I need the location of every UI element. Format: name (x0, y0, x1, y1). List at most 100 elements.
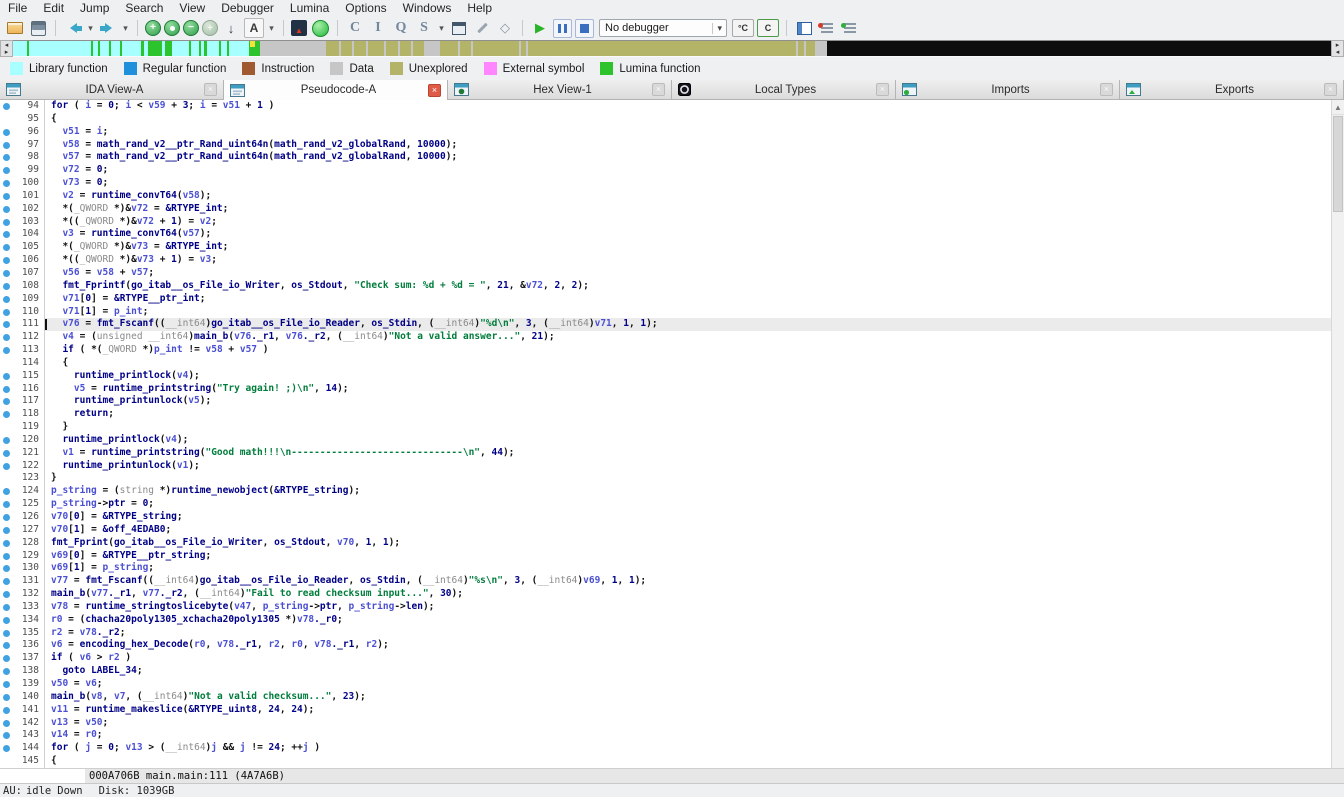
nav-forward-icon[interactable] (98, 18, 118, 38)
code-line-98[interactable]: 98 v57 = math_rand_v2__ptr_Rand_uint64n(… (0, 151, 1331, 165)
dbg-q-icon[interactable] (391, 18, 411, 38)
close-icon[interactable]: × (652, 83, 665, 96)
close-icon[interactable]: × (204, 83, 217, 96)
code-line-108[interactable]: 108 fmt_Fprintf(go_itab__os_File_io_Writ… (0, 279, 1331, 293)
code-line-121[interactable]: 121 v1 = runtime_printstring("Good math!… (0, 446, 1331, 460)
code-line-124[interactable]: 124 p_string = (string *)runtime_newobjec… (0, 485, 1331, 499)
band-scroll-right-button[interactable]: ▸ ◂ (1331, 40, 1344, 57)
code-line-119[interactable]: 119 } (0, 421, 1331, 434)
menu-options[interactable]: Options (337, 0, 394, 16)
code-line-129[interactable]: 129 v69[0] = &RTYPE__ptr_string; (0, 549, 1331, 563)
code-line-106[interactable]: 106 *((_QWORD *)&v73 + 1) = v3; (0, 254, 1331, 267)
code-line-140[interactable]: 140 main_b(v8, v7, (__int64)"Not a valid … (0, 690, 1331, 704)
menu-arrow-icon[interactable] (267, 18, 276, 38)
bp-list-icon[interactable] (817, 18, 837, 38)
menu-arrow-icon[interactable] (437, 18, 446, 38)
menu-arrow-icon[interactable] (86, 18, 95, 38)
pseudocode-view[interactable]: 94 for ( i = 0; i < v59 + 3; i = v51 + 1 … (0, 100, 1344, 768)
menu-view[interactable]: View (171, 0, 213, 16)
code-line-141[interactable]: 141 v11 = runtime_makeslice(&RTYPE_uint8,… (0, 703, 1331, 717)
code-line-136[interactable]: 136 v6 = encoding_hex_Decode(r0, v78._r1,… (0, 639, 1331, 653)
navigation-band-strip[interactable] (13, 40, 1331, 57)
panel-list-icon[interactable] (794, 18, 814, 38)
code-line-114[interactable]: 114 { (0, 356, 1331, 370)
dbg-i-icon[interactable] (368, 18, 388, 38)
code-line-138[interactable]: 138 goto LABEL_34; (0, 665, 1331, 678)
menu-edit[interactable]: Edit (35, 0, 72, 16)
code-line-96[interactable]: 96 v51 = i; (0, 125, 1331, 139)
menu-help[interactable]: Help (459, 0, 500, 16)
close-icon[interactable]: × (1324, 83, 1337, 96)
code-line-112[interactable]: 112 v4 = (unsigned __int64)main_b(v76._r… (0, 331, 1331, 345)
debugger-select[interactable]: No debugger ▾ (599, 19, 727, 37)
code-line-122[interactable]: 122 runtime_printunlock(v1); (0, 459, 1331, 473)
close-icon[interactable]: × (428, 83, 441, 97)
code-line-118[interactable]: 118 return; (0, 408, 1331, 422)
code-line-104[interactable]: 104 v3 = runtime_convT64(v57); (0, 228, 1331, 242)
code-line-126[interactable]: 126 v70[0] = &RTYPE_string; (0, 511, 1331, 524)
dbg-c-icon[interactable] (345, 18, 365, 38)
code-line-123[interactable]: 123} (0, 472, 1331, 486)
code-line-142[interactable]: 142 v13 = v50; (0, 716, 1331, 730)
tab-imports[interactable]: Imports × (896, 80, 1120, 100)
close-icon[interactable]: × (876, 83, 889, 96)
tab-local-types[interactable]: Local Types × (672, 80, 896, 100)
menu-arrow-icon[interactable] (121, 18, 130, 38)
dbg-edit-icon[interactable] (472, 18, 492, 38)
tab-pseudocode-a[interactable]: Pseudocode-A × (224, 80, 448, 100)
code-line-134[interactable]: 134 r0 = (chacha20poly1305_xchacha20poly1… (0, 613, 1331, 627)
code-line-100[interactable]: 100 v73 = 0; (0, 177, 1331, 190)
code-line-116[interactable]: 116 v5 = runtime_printstring("Try again!… (0, 382, 1331, 396)
jump-disabled-icon[interactable] (202, 20, 218, 36)
code-line-99[interactable]: 99 v72 = 0; (0, 164, 1331, 178)
pause-process-icon[interactable] (553, 18, 572, 38)
code-line-95[interactable]: 95 { (0, 112, 1331, 126)
save-icon[interactable] (28, 18, 48, 38)
vertical-scrollbar[interactable]: ▲ (1331, 100, 1344, 768)
code-line-107[interactable]: 107 v56 = v58 + v57; (0, 266, 1331, 280)
code-line-128[interactable]: 128 fmt_Fprint(go_itab__os_File_io_Writer… (0, 536, 1331, 550)
jump-minus-icon[interactable] (183, 20, 199, 36)
code-line-139[interactable]: 139 v50 = v6; (0, 677, 1331, 691)
quick-c-refresh-button[interactable]: C (757, 19, 779, 37)
code-line-111[interactable]: 111 v76 = fmt_Fscanf((__int64)go_itab__o… (0, 318, 1331, 332)
code-line-135[interactable]: 135 r2 = v78._r2; (0, 626, 1331, 640)
navigator-icon[interactable] (291, 20, 307, 36)
scrollbar-up-icon[interactable]: ▲ (1332, 100, 1344, 115)
jump-plus-icon[interactable] (145, 20, 161, 36)
code-line-102[interactable]: 102 *(_QWORD *)&v72 = &RTYPE_int; (0, 202, 1331, 216)
code-line-137[interactable]: 137 if ( v6 > r2 ) (0, 652, 1331, 666)
dbg-s-icon[interactable] (414, 18, 434, 38)
quick-c-view-button[interactable]: °C (732, 19, 754, 37)
menu-lumina[interactable]: Lumina (282, 0, 337, 16)
nav-back-icon[interactable] (63, 18, 83, 38)
dbg-diamond-icon[interactable] (495, 18, 515, 38)
tab-exports[interactable]: Exports × (1120, 80, 1344, 100)
code-line-145[interactable]: 145 { (0, 755, 1331, 768)
dbg-window-icon[interactable] (449, 18, 469, 38)
start-process-icon[interactable] (530, 18, 550, 38)
code-line-101[interactable]: 101 v2 = runtime_convT64(v58); (0, 189, 1331, 203)
tab-hex-view-1[interactable]: Hex View-1 × (448, 80, 672, 100)
code-line-110[interactable]: 110 v71[1] = p_int; (0, 305, 1331, 319)
code-line-131[interactable]: 131 v77 = fmt_Fscanf((__int64)go_itab__os… (0, 575, 1331, 589)
menu-windows[interactable]: Windows (395, 0, 460, 16)
lumina-icon[interactable] (310, 18, 330, 38)
menu-file[interactable]: File (0, 0, 35, 16)
menu-search[interactable]: Search (117, 0, 171, 16)
code-line-125[interactable]: 125 p_string->ptr = 0; (0, 498, 1331, 511)
band-scroll-left-button[interactable]: ◂ ▸ (0, 40, 13, 57)
code-line-133[interactable]: 133 v78 = runtime_stringtoslicebyte(v47, … (0, 600, 1331, 614)
font-a-icon[interactable] (244, 18, 264, 38)
code-line-105[interactable]: 105 *(_QWORD *)&v73 = &RTYPE_int; (0, 241, 1331, 255)
tab-ida-view-a[interactable]: IDA View-A × (0, 80, 224, 100)
down-arrow-icon[interactable] (221, 18, 241, 38)
code-line-103[interactable]: 103 *((_QWORD *)&v72 + 1) = v2; (0, 215, 1331, 229)
code-line-113[interactable]: 113 if ( *(_QWORD *)p_int != v58 + v57 ) (0, 344, 1331, 357)
code-line-115[interactable]: 115 runtime_printlock(v4); (0, 369, 1331, 383)
menu-jump[interactable]: Jump (72, 0, 117, 16)
code-line-143[interactable]: 143 v14 = r0; (0, 729, 1331, 743)
open-file-icon[interactable] (5, 18, 25, 38)
trace-list-icon[interactable] (840, 18, 860, 38)
menu-debugger[interactable]: Debugger (213, 0, 282, 16)
